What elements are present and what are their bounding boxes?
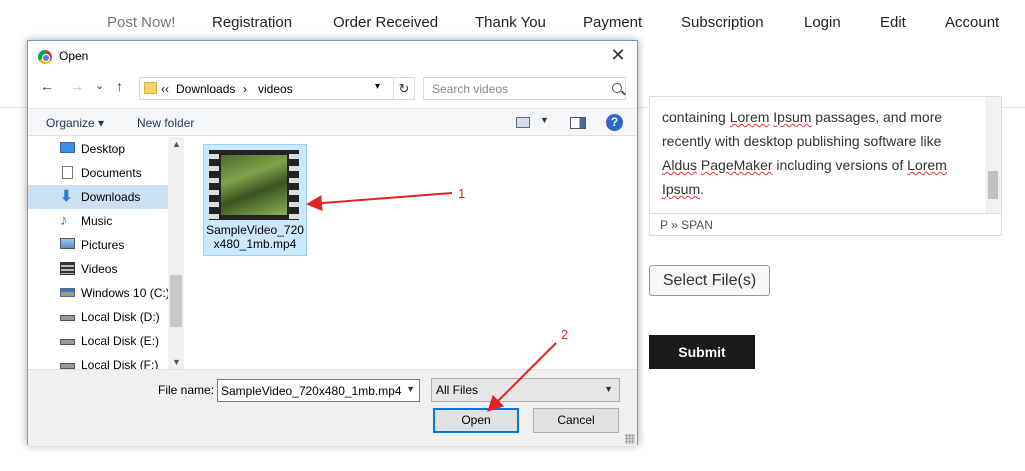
chevron-down-icon[interactable]: ▼: [604, 384, 613, 394]
windows-drive-icon: [60, 288, 75, 297]
nav-item-label: Desktop: [81, 142, 126, 156]
nav-item-videos[interactable]: Videos: [28, 257, 168, 281]
scroll-down-icon[interactable]: ▼: [172, 357, 181, 367]
nav-item-label: Music: [81, 214, 113, 228]
chevron-down-icon[interactable]: ▾: [375, 81, 380, 92]
music-icon: ♪: [60, 212, 68, 229]
nav-item-label: Local Disk (D:): [81, 310, 160, 324]
open-button[interactable]: Open: [433, 408, 519, 433]
navigation-pane: Desktop Documents ⬇ Downloads ♪ Music Pi…: [28, 137, 184, 369]
address-bar[interactable]: ‹‹ Downloads › videos ▾ ↻: [139, 77, 415, 100]
resize-grip-icon[interactable]: [625, 434, 635, 444]
up-arrow-icon[interactable]: ↑: [116, 78, 123, 94]
chevron-down-icon[interactable]: ▼: [406, 384, 415, 394]
forward-arrow-icon[interactable]: →: [70, 78, 84, 94]
nav-order-received[interactable]: Order Received: [333, 14, 438, 31]
breadcrumb-downloads[interactable]: Downloads: [176, 82, 235, 96]
nav-item-label: Documents: [81, 166, 142, 180]
nav-item-downloads[interactable]: ⬇ Downloads: [28, 185, 168, 209]
dialog-footer: File name: SampleVideo_720x480_1mb.mp4 ▼…: [28, 369, 637, 446]
nav-item-label: Videos: [81, 262, 118, 276]
dialog-toolbar: Organize ▾ New folder ▼ ?: [28, 108, 637, 136]
breadcrumb-overflow[interactable]: ‹‹: [161, 82, 169, 96]
nav-item-label: Local Disk (E:): [81, 334, 160, 348]
dialog-titlebar[interactable]: Open ✕: [28, 41, 637, 71]
videos-icon: [60, 262, 75, 275]
pictures-icon: [60, 238, 75, 249]
submit-button[interactable]: Submit: [649, 335, 755, 369]
close-icon[interactable]: ✕: [607, 44, 629, 66]
nav-item-desktop[interactable]: Desktop: [28, 137, 168, 161]
folder-icon: [144, 82, 157, 94]
nav-pane-scrollbar-thumb[interactable]: [170, 275, 182, 327]
nav-item-documents[interactable]: Documents: [28, 161, 168, 185]
downloads-icon: ⬇: [60, 188, 73, 205]
annotation-label-2: 2: [561, 327, 569, 342]
nav-item-label: Local Disk (F:): [81, 358, 159, 369]
nav-subscription[interactable]: Subscription: [681, 14, 764, 31]
nav-item-label: Windows 10 (C:): [81, 286, 170, 300]
nav-pane-scrollbar[interactable]: ▲ ▼: [168, 137, 184, 369]
file-name-caption: File name:: [158, 383, 215, 397]
file-type-select[interactable]: All Files ▼: [431, 378, 620, 402]
nav-item-local-f[interactable]: Local Disk (F:): [28, 353, 168, 369]
search-input[interactable]: Search videos: [423, 77, 626, 100]
back-arrow-icon[interactable]: ←: [40, 78, 54, 94]
nav-item-label: Pictures: [81, 238, 125, 252]
rich-text-editor[interactable]: containing Lorem Ipsum passages, and mor…: [649, 96, 1002, 236]
annotation-label-1: 1: [458, 186, 466, 201]
video-thumbnail: [209, 150, 299, 220]
editor-status-path: P » SPAN: [650, 213, 1001, 235]
nav-item-windows-c[interactable]: Windows 10 (C:): [28, 281, 170, 305]
view-options-chevron-icon[interactable]: ▼: [540, 115, 549, 125]
dialog-title: Open: [59, 49, 89, 63]
drive-icon: [60, 339, 75, 345]
nav-login[interactable]: Login: [804, 14, 841, 31]
scroll-up-icon[interactable]: ▲: [172, 139, 181, 149]
nav-payment[interactable]: Payment: [583, 14, 642, 31]
address-row: ← → ⌄ ↑ ‹‹ Downloads › videos ▾ ↻ Search…: [28, 73, 637, 103]
nav-item-label: Downloads: [81, 190, 141, 204]
editor-scrollbar[interactable]: [985, 97, 1001, 213]
nav-registration[interactable]: Registration: [212, 14, 292, 31]
nav-post-now[interactable]: Post Now!: [107, 14, 175, 31]
film-strip-left: [209, 150, 219, 220]
film-strip-right: [289, 150, 299, 220]
nav-item-local-e[interactable]: Local Disk (E:): [28, 329, 168, 353]
new-folder-button[interactable]: New folder: [137, 116, 194, 130]
nav-account[interactable]: Account: [945, 14, 999, 31]
cancel-button[interactable]: Cancel: [533, 408, 619, 433]
refresh-icon[interactable]: ↻: [393, 77, 415, 100]
organize-button[interactable]: Organize ▾: [46, 116, 104, 130]
video-frame-image: [221, 155, 287, 215]
drive-icon: [60, 315, 75, 321]
file-name-label: SampleVideo_720 x480_1mb.mp4: [206, 223, 304, 251]
file-item-samplevideo[interactable]: SampleVideo_720 x480_1mb.mp4: [203, 144, 307, 256]
breadcrumb-videos[interactable]: videos: [258, 82, 293, 96]
select-files-button[interactable]: Select File(s): [649, 265, 770, 296]
nav-thank-you[interactable]: Thank You: [475, 14, 546, 31]
nav-edit[interactable]: Edit: [880, 14, 906, 31]
search-icon[interactable]: [612, 83, 622, 93]
open-file-dialog: Open ✕ ← → ⌄ ↑ ‹‹ Downloads › videos ▾ ↻…: [27, 40, 638, 446]
editor-scrollbar-thumb[interactable]: [988, 171, 998, 199]
file-name-input[interactable]: SampleVideo_720x480_1mb.mp4 ▼: [217, 379, 420, 402]
editor-content[interactable]: containing Lorem Ipsum passages, and mor…: [662, 105, 977, 201]
breadcrumb-separator[interactable]: ›: [243, 82, 247, 96]
nav-item-pictures[interactable]: Pictures: [28, 233, 168, 257]
documents-icon: [62, 166, 73, 179]
change-view-icon[interactable]: [516, 117, 530, 128]
recent-locations-icon[interactable]: ⌄: [95, 79, 104, 92]
desktop-icon: [60, 142, 75, 153]
help-icon[interactable]: ?: [606, 114, 623, 131]
nav-item-local-d[interactable]: Local Disk (D:): [28, 305, 168, 329]
preview-pane-icon[interactable]: [570, 117, 586, 129]
chrome-icon: [38, 50, 52, 64]
nav-item-music[interactable]: ♪ Music: [28, 209, 168, 233]
